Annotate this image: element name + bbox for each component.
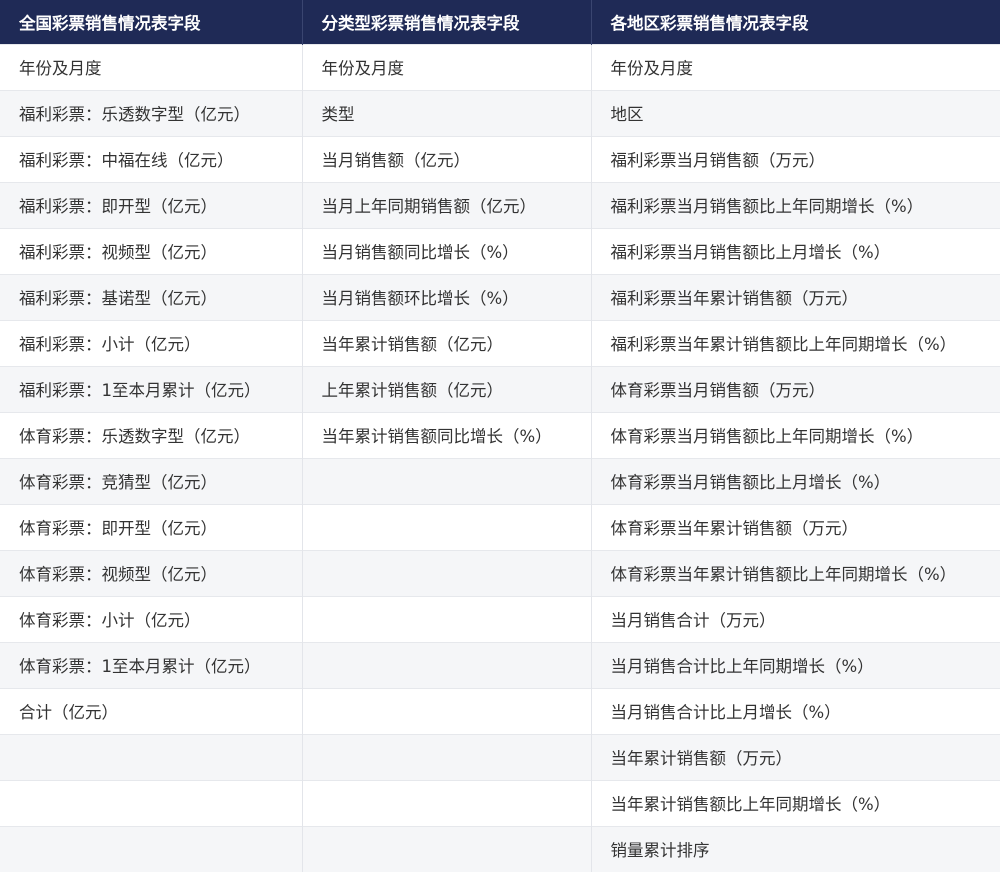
- type-field-cell: 类型: [302, 89, 592, 136]
- type-field-cell: [302, 779, 592, 826]
- region-field-cell: 体育彩票当月销售额比上月增长（%）: [591, 457, 1000, 504]
- table-row: 体育彩票：乐透数字型（亿元） 当年累计销售额同比增长（%） 体育彩票当月销售额比上年…: [0, 411, 1000, 458]
- table-row: 体育彩票：小计（亿元） 当月销售合计（万元）: [0, 595, 1000, 642]
- national-field-cell: 体育彩票：视频型（亿元）: [0, 549, 303, 596]
- region-field-cell: 福利彩票当月销售额比上月增长（%）: [591, 227, 1000, 274]
- national-field-cell: 体育彩票：即开型（亿元）: [0, 503, 303, 550]
- region-field-cell: 当月销售合计比上年同期增长（%）: [591, 641, 1000, 688]
- national-field-cell: 福利彩票：1至本月累计（亿元）: [0, 365, 303, 412]
- region-field-cell: 体育彩票当年累计销售额（万元）: [591, 503, 1000, 550]
- region-field-cell: 体育彩票当月销售额比上年同期增长（%）: [591, 411, 1000, 458]
- national-field-cell: [0, 825, 303, 872]
- national-field-cell: 福利彩票：基诺型（亿元）: [0, 273, 303, 320]
- region-field-cell: 当月销售合计（万元）: [591, 595, 1000, 642]
- region-field-cell: 体育彩票当年累计销售额比上年同期增长（%）: [591, 549, 1000, 596]
- type-field-cell: [302, 503, 592, 550]
- national-field-cell: 体育彩票：1至本月累计（亿元）: [0, 641, 303, 688]
- table-row: 福利彩票：1至本月累计（亿元） 上年累计销售额（亿元） 体育彩票当月销售额（万元）: [0, 365, 1000, 412]
- region-field-cell: 当年累计销售额（万元）: [591, 733, 1000, 780]
- type-field-cell: 当年累计销售额同比增长（%）: [302, 411, 592, 458]
- type-field-cell: [302, 595, 592, 642]
- table-row: 年份及月度 年份及月度 年份及月度: [0, 43, 1000, 90]
- national-field-cell: 福利彩票：乐透数字型（亿元）: [0, 89, 303, 136]
- table-row: 体育彩票：1至本月累计（亿元） 当月销售合计比上年同期增长（%）: [0, 641, 1000, 688]
- table-row: 福利彩票：中福在线（亿元） 当月销售额（亿元） 福利彩票当月销售额（万元）: [0, 135, 1000, 182]
- type-field-cell: [302, 733, 592, 780]
- lottery-fields-table: 全国彩票销售情况表字段 分类型彩票销售情况表字段 各地区彩票销售情况表字段 年份…: [0, 0, 1000, 872]
- type-field-cell: 当月销售额环比增长（%）: [302, 273, 592, 320]
- header-by-region: 各地区彩票销售情况表字段: [591, 0, 1000, 44]
- region-field-cell: 福利彩票当年累计销售额比上年同期增长（%）: [591, 319, 1000, 366]
- table-row: 福利彩票：基诺型（亿元） 当月销售额环比增长（%） 福利彩票当年累计销售额（万元）: [0, 273, 1000, 320]
- table-row: 销量累计排序: [0, 825, 1000, 872]
- type-field-cell: 年份及月度: [302, 43, 592, 90]
- type-field-cell: [302, 687, 592, 734]
- type-field-cell: 当年累计销售额（亿元）: [302, 319, 592, 366]
- table-row: 合计（亿元） 当月销售合计比上月增长（%）: [0, 687, 1000, 734]
- header-by-type: 分类型彩票销售情况表字段: [302, 0, 592, 44]
- type-field-cell: 当月销售额（亿元）: [302, 135, 592, 182]
- national-field-cell: [0, 779, 303, 826]
- region-field-cell: 福利彩票当年累计销售额（万元）: [591, 273, 1000, 320]
- header-row: 全国彩票销售情况表字段 分类型彩票销售情况表字段 各地区彩票销售情况表字段: [0, 0, 1000, 44]
- national-field-cell: 福利彩票：即开型（亿元）: [0, 181, 303, 228]
- table-row: 体育彩票：视频型（亿元） 体育彩票当年累计销售额比上年同期增长（%）: [0, 549, 1000, 596]
- national-field-cell: 福利彩票：视频型（亿元）: [0, 227, 303, 274]
- table-row: 当年累计销售额（万元）: [0, 733, 1000, 780]
- type-field-cell: [302, 457, 592, 504]
- region-field-cell: 福利彩票当月销售额（万元）: [591, 135, 1000, 182]
- table-row: 福利彩票：视频型（亿元） 当月销售额同比增长（%） 福利彩票当月销售额比上月增长（%…: [0, 227, 1000, 274]
- region-field-cell: 年份及月度: [591, 43, 1000, 90]
- national-field-cell: 体育彩票：小计（亿元）: [0, 595, 303, 642]
- table-row: 福利彩票：乐透数字型（亿元） 类型 地区: [0, 89, 1000, 136]
- type-field-cell: [302, 825, 592, 872]
- region-field-cell: 体育彩票当月销售额（万元）: [591, 365, 1000, 412]
- national-field-cell: 福利彩票：小计（亿元）: [0, 319, 303, 366]
- type-field-cell: 当月销售额同比增长（%）: [302, 227, 592, 274]
- national-field-cell: 体育彩票：乐透数字型（亿元）: [0, 411, 303, 458]
- type-field-cell: 当月上年同期销售额（亿元）: [302, 181, 592, 228]
- region-field-cell: 地区: [591, 89, 1000, 136]
- table-row: 当年累计销售额比上年同期增长（%）: [0, 779, 1000, 826]
- region-field-cell: 当月销售合计比上月增长（%）: [591, 687, 1000, 734]
- table-row: 福利彩票：即开型（亿元） 当月上年同期销售额（亿元） 福利彩票当月销售额比上年同期增…: [0, 181, 1000, 228]
- region-field-cell: 销量累计排序: [591, 825, 1000, 872]
- table-row: 福利彩票：小计（亿元） 当年累计销售额（亿元） 福利彩票当年累计销售额比上年同期增长…: [0, 319, 1000, 366]
- type-field-cell: 上年累计销售额（亿元）: [302, 365, 592, 412]
- national-field-cell: 年份及月度: [0, 43, 303, 90]
- table-row: 体育彩票：即开型（亿元） 体育彩票当年累计销售额（万元）: [0, 503, 1000, 550]
- region-field-cell: 当年累计销售额比上年同期增长（%）: [591, 779, 1000, 826]
- national-field-cell: 福利彩票：中福在线（亿元）: [0, 135, 303, 182]
- header-national: 全国彩票销售情况表字段: [0, 0, 303, 44]
- region-field-cell: 福利彩票当月销售额比上年同期增长（%）: [591, 181, 1000, 228]
- national-field-cell: [0, 733, 303, 780]
- national-field-cell: 体育彩票：竞猜型（亿元）: [0, 457, 303, 504]
- table-row: 体育彩票：竞猜型（亿元） 体育彩票当月销售额比上月增长（%）: [0, 457, 1000, 504]
- national-field-cell: 合计（亿元）: [0, 687, 303, 734]
- type-field-cell: [302, 641, 592, 688]
- type-field-cell: [302, 549, 592, 596]
- table-body: 年份及月度 年份及月度 年份及月度 福利彩票：乐透数字型（亿元） 类型 地区 福利彩票：中福…: [0, 43, 1000, 872]
